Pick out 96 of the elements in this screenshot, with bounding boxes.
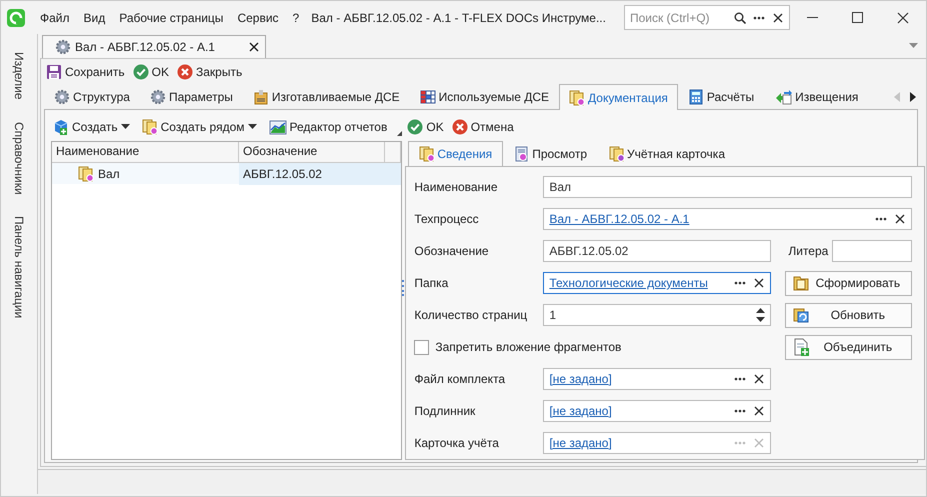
documents-icon xyxy=(569,90,586,106)
clear-button[interactable] xyxy=(894,213,906,225)
menu-item[interactable]: Вид xyxy=(76,10,112,24)
field-label: Обозначение xyxy=(414,244,490,258)
gear-icon xyxy=(55,39,71,55)
field-label: Карточка учёта xyxy=(414,436,500,450)
cancel-button[interactable]: Отмена xyxy=(450,116,516,138)
tab[interactable]: Извещения xyxy=(764,84,868,109)
create-nearby-button[interactable]: Создать рядом xyxy=(140,116,259,138)
table-cell: АБВГ.12.05.02 xyxy=(239,163,402,185)
documents-icon xyxy=(78,166,94,182)
refresh-icon xyxy=(792,306,810,324)
field-label: Папка xyxy=(414,276,450,290)
report-editor-button[interactable]: Редактор отчетов xyxy=(266,116,390,138)
action-button[interactable]: Обновить xyxy=(785,302,912,328)
text-field[interactable]: Вал xyxy=(543,176,912,198)
field-label: Файл комплекта xyxy=(414,372,506,386)
reference-link[interactable]: [не задано] xyxy=(549,372,612,386)
calculator-icon xyxy=(688,89,704,105)
splitter-handle-icon xyxy=(402,280,406,296)
column-header[interactable]: Наименование xyxy=(52,142,239,162)
folder-icon xyxy=(792,274,810,292)
tab[interactable]: Документация xyxy=(559,84,678,110)
tab[interactable]: Изготавливаемые ДСЕ xyxy=(242,84,410,109)
reference-field[interactable]: Технологические документы xyxy=(543,272,772,294)
floppy-icon xyxy=(46,64,62,80)
tab[interactable]: Структура xyxy=(44,84,140,109)
reference-field[interactable]: Вал - АБВГ.12.05.02 - А.1 xyxy=(543,208,912,230)
table-icon xyxy=(420,89,436,105)
clear-button[interactable] xyxy=(772,12,784,24)
tab-close-button[interactable] xyxy=(248,41,260,53)
sidebar-tab[interactable]: Панель навигации xyxy=(12,216,26,318)
cancel-icon xyxy=(176,64,193,80)
menu-item[interactable]: Файл xyxy=(33,10,77,24)
app-logo-icon xyxy=(7,8,25,26)
sidebar-tab[interactable]: Справочники xyxy=(12,122,26,194)
tab[interactable]: Параметры xyxy=(140,84,243,109)
window-title: Вал - АБВГ.12.05.02 - А.1 - T-FLEX DOCs Инструме... xyxy=(311,10,606,24)
tree-row[interactable]: Вал АБВГ.12.05.02 xyxy=(52,163,402,184)
box-icon xyxy=(252,89,269,105)
action-button[interactable]: Объединить xyxy=(785,334,912,360)
cube-icon xyxy=(53,119,69,135)
document-tab[interactable]: Вал - АБВГ.12.05.02 - А.1 xyxy=(42,35,266,58)
column-header[interactable]: Обозначение xyxy=(239,142,385,162)
checkbox[interactable] xyxy=(414,340,430,354)
field-label: Литера xyxy=(788,244,828,258)
documents-icon xyxy=(419,146,436,162)
check-icon xyxy=(132,64,149,80)
ok-button[interactable]: OK xyxy=(405,116,446,138)
documents-icon xyxy=(609,146,625,162)
cancel-icon xyxy=(452,119,468,135)
documents-icon xyxy=(142,119,158,135)
field-label: Наименование xyxy=(414,180,499,194)
clear-button[interactable] xyxy=(753,405,766,417)
field-label: Техпроцесс xyxy=(414,212,480,226)
menu-item[interactable]: Рабочие страницы xyxy=(112,10,230,24)
field-label: Количество страниц xyxy=(414,308,528,322)
reference-link[interactable]: [не задано] xyxy=(549,404,612,418)
reference-field[interactable]: [не задано] xyxy=(543,368,772,390)
reference-link[interactable]: Вал - АБВГ.12.05.02 - А.1 xyxy=(549,212,690,226)
scroll-left-icon xyxy=(894,92,900,102)
spinner-icon xyxy=(756,307,766,323)
reference-field[interactable]: [не задано] xyxy=(543,400,772,422)
gear-icon xyxy=(150,89,166,105)
preview-icon xyxy=(514,146,530,162)
checkbox-label: Запретить вложение фрагментов xyxy=(435,340,622,354)
tree-node[interactable]: Вал xyxy=(74,166,124,182)
action-button[interactable]: Сформировать xyxy=(785,270,912,296)
text-field[interactable]: АБВГ.12.05.02 xyxy=(543,240,772,262)
text-field[interactable] xyxy=(832,240,912,262)
menu-item[interactable]: Сервис xyxy=(230,10,286,24)
reference-link[interactable]: Технологические документы xyxy=(549,276,708,290)
resize-grip-icon xyxy=(397,131,402,136)
sidebar-tab[interactable]: Изделие xyxy=(12,52,26,100)
close-button[interactable]: Закрыть xyxy=(174,60,244,82)
clear-button[interactable] xyxy=(753,277,766,289)
tab[interactable]: Используемые ДСЕ xyxy=(410,84,560,109)
menu-item[interactable]: ? xyxy=(286,10,306,24)
number-field[interactable]: 1 xyxy=(543,304,772,326)
chart-icon xyxy=(268,119,287,135)
check-icon xyxy=(407,119,424,135)
dropdown-caret-icon xyxy=(909,43,918,49)
tab[interactable]: Сведения xyxy=(408,141,504,166)
tab[interactable]: Расчёты xyxy=(678,84,764,109)
clear-button[interactable] xyxy=(753,373,766,385)
save-button[interactable]: Сохранить xyxy=(44,60,127,82)
tab[interactable]: Учётная карточка xyxy=(598,141,736,166)
scroll-right-icon xyxy=(910,92,916,102)
search-icon xyxy=(734,12,746,24)
tab[interactable]: Просмотр xyxy=(503,141,598,166)
arrows-icon xyxy=(774,89,792,105)
field-label: Подлинник xyxy=(414,404,476,418)
document-plus-icon xyxy=(792,338,810,356)
create-button[interactable]: Создать xyxy=(51,116,132,138)
gear-icon xyxy=(54,89,70,105)
ok-button[interactable]: OK xyxy=(130,60,171,82)
